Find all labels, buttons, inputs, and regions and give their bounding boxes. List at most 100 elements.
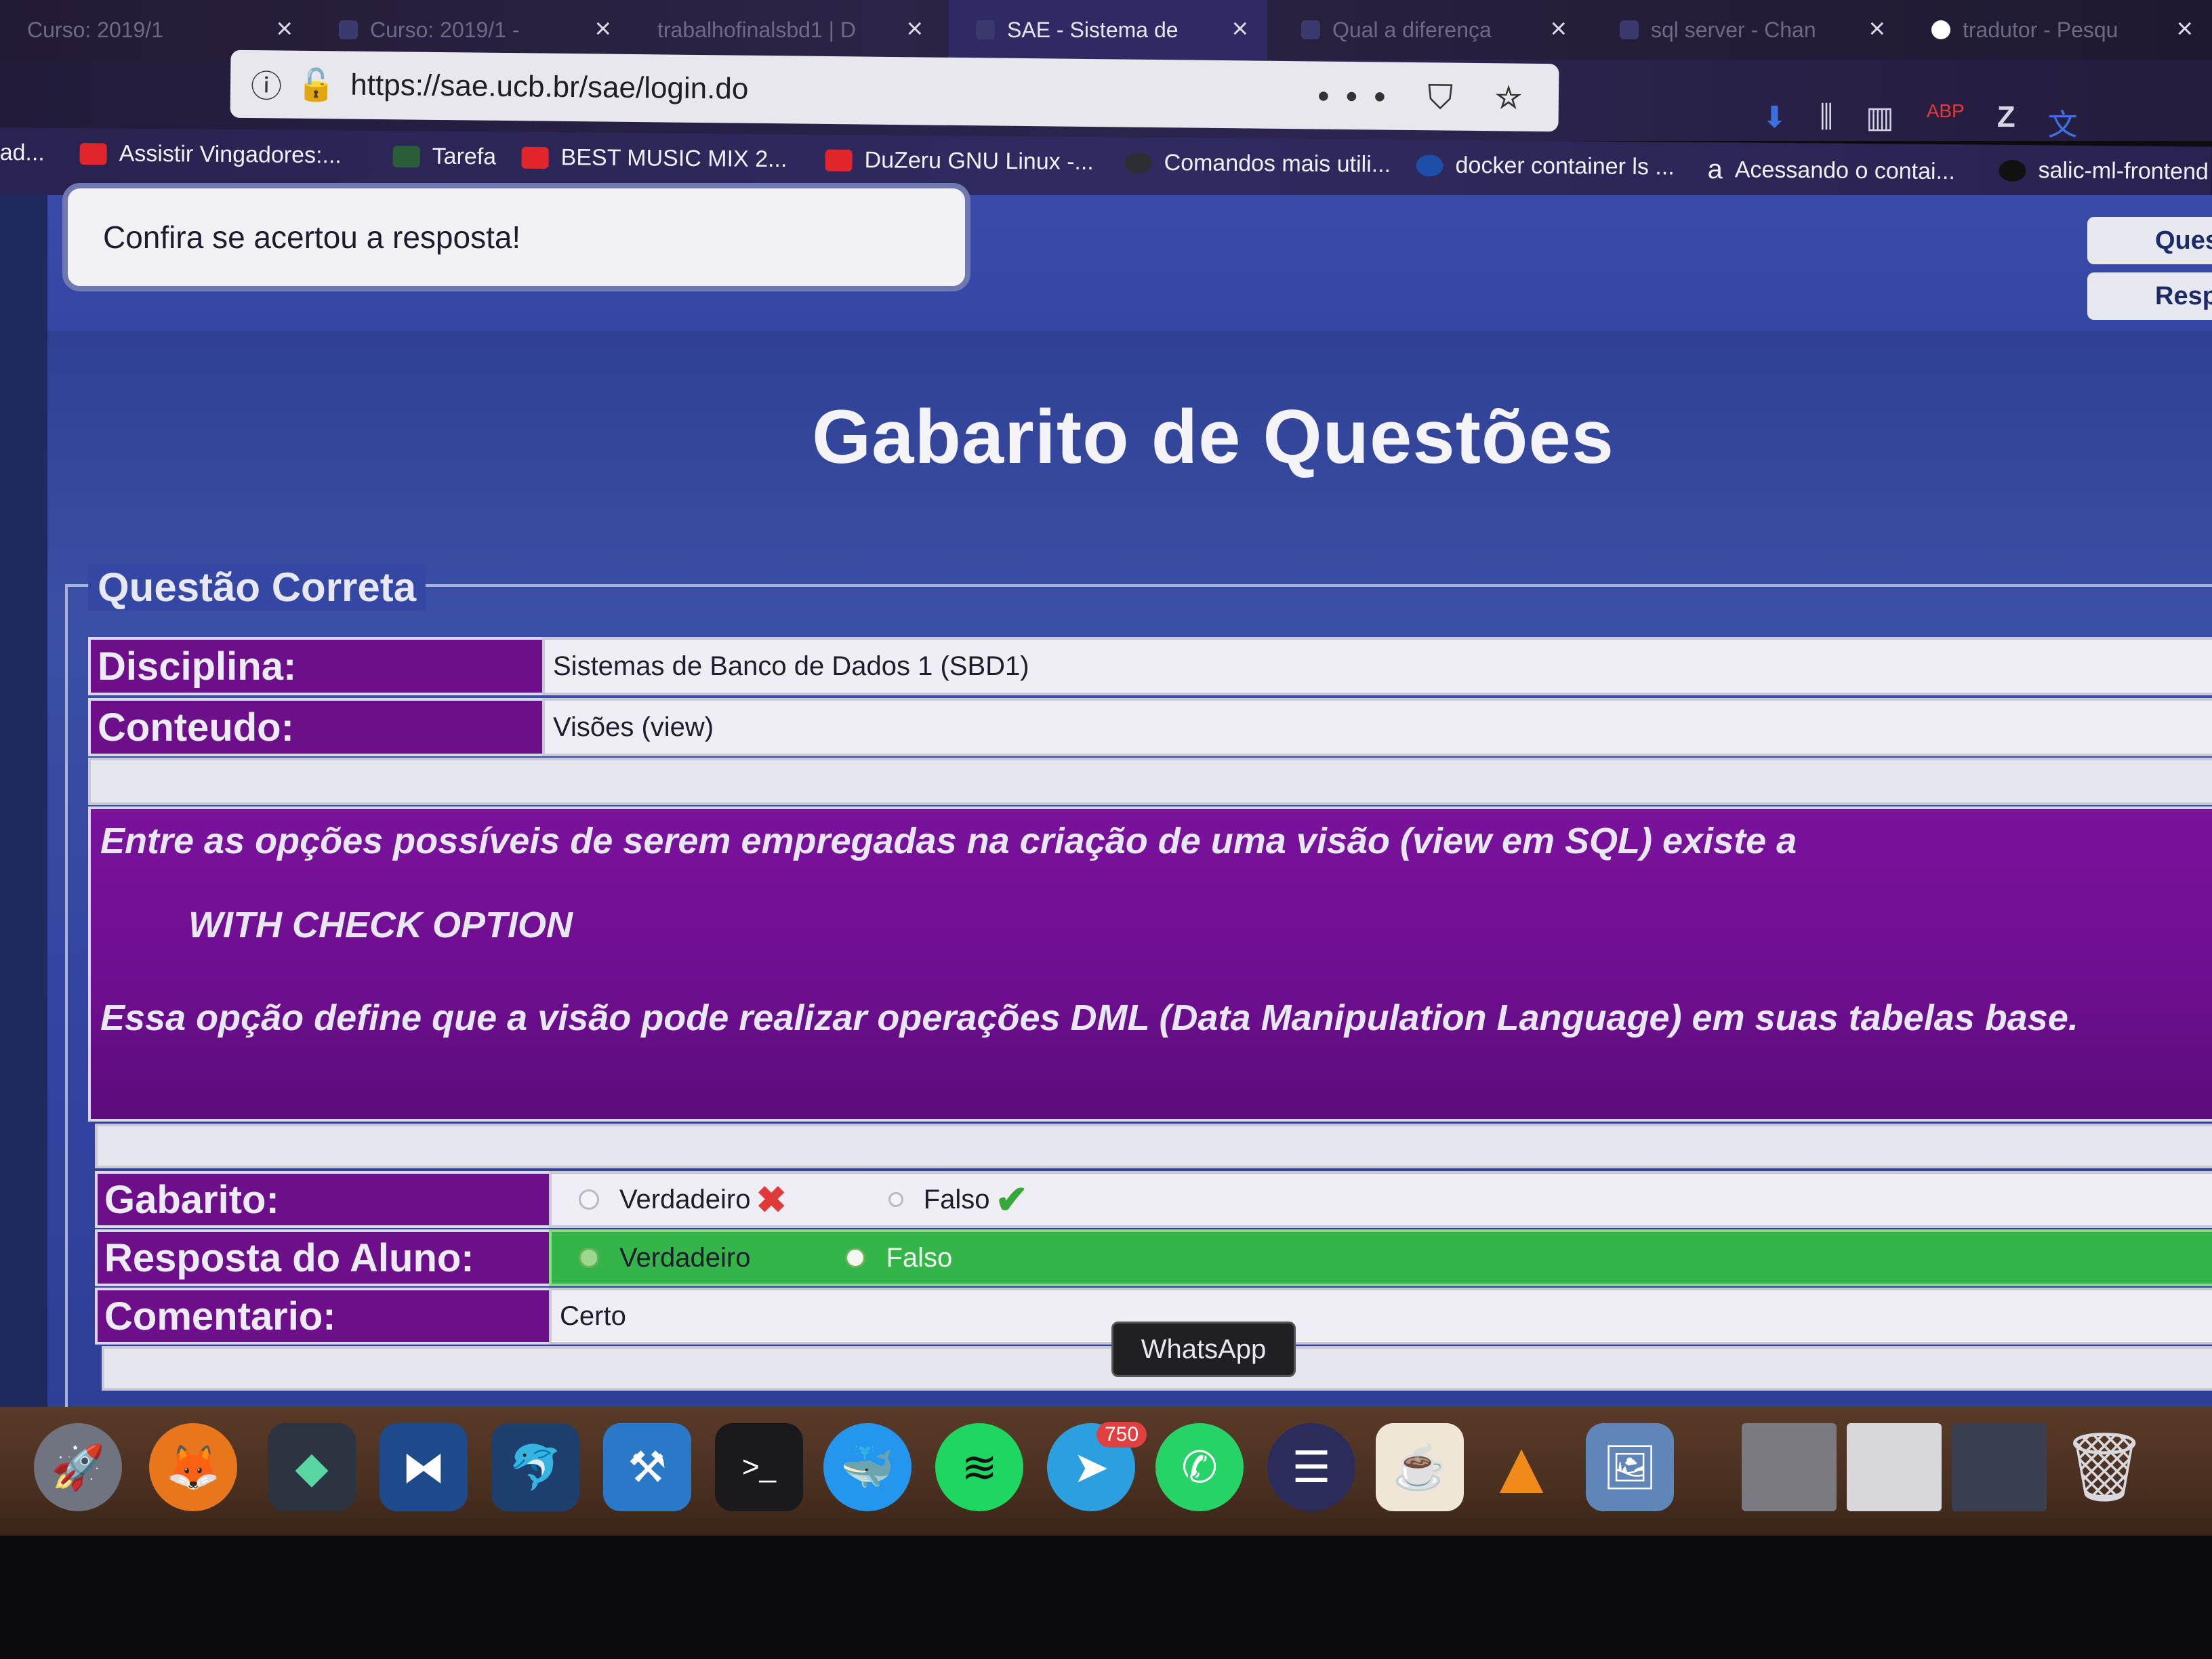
pocket-icon[interactable]: ⛉ — [1427, 78, 1469, 117]
bookmark-item[interactable]: salic-ml-frontend — [1999, 157, 2209, 186]
trash-icon[interactable]: 🗑 — [2060, 1423, 2148, 1511]
bookmark-label: docker container ls ... — [1455, 152, 1675, 180]
conteudo-row: Conteudo: Visões (view) — [88, 698, 2212, 756]
window-thumb-icon[interactable] — [1952, 1423, 2047, 1511]
section-legend: Questão Correta — [88, 564, 426, 611]
bookmark-label: Assistir Vingadores:... — [119, 140, 342, 169]
close-icon[interactable]: × — [276, 12, 293, 45]
library-icon[interactable]: ⫼ — [1820, 100, 1833, 144]
disciplina-value: Sistemas de Banco de Dados 1 (SBD1) — [542, 637, 2212, 695]
tab-title: tradutor - Pesqu — [1963, 17, 2118, 42]
button-label: Respo — [2155, 281, 2212, 310]
amazon-icon: a — [1707, 154, 1723, 185]
xcode-icon[interactable]: ⚒ — [603, 1423, 691, 1511]
bookmark-item[interactable]: ad... — [0, 140, 45, 167]
lock-icon[interactable]: 🔓 — [297, 66, 336, 104]
gabarito-option-false: Falso ✔ — [888, 1176, 1028, 1223]
terminal-icon[interactable]: >_ — [715, 1423, 803, 1511]
conteudo-value: Visões (view) — [542, 698, 2212, 756]
bookmark-item[interactable]: Tarefa — [392, 143, 496, 170]
close-icon[interactable]: × — [1550, 12, 1567, 45]
telegram-badge: 750 — [1097, 1422, 1147, 1448]
option-label: Falso — [886, 1242, 953, 1273]
star-icon[interactable]: ☆ — [1495, 79, 1539, 117]
resposta-option-true: Verdadeiro — [579, 1243, 750, 1273]
url-text[interactable]: https://sae.ucb.br/sae/login.do — [350, 68, 749, 106]
gabarito-row: Gabarito: Verdadeiro ✖ Falso ✔ — [95, 1171, 2212, 1228]
docker-icon[interactable]: 🐳 — [823, 1423, 912, 1511]
option-label: Falso — [923, 1184, 990, 1214]
spotify-icon[interactable]: ≋ — [935, 1423, 1023, 1511]
vscode-icon[interactable]: ⧓ — [380, 1423, 468, 1511]
bookmark-label: DuZeru GNU Linux -... — [864, 147, 1094, 176]
more-icon[interactable]: ••• — [1317, 77, 1402, 116]
vlc-icon[interactable]: ▲ — [1477, 1423, 1565, 1511]
tab-sql-server[interactable]: sql server - Chan × — [1593, 0, 1904, 60]
option-label: Verdadeiro — [619, 1242, 751, 1273]
tab-title: Qual a diferença — [1332, 17, 1492, 42]
gabarito-options: Verdadeiro ✖ Falso ✔ — [549, 1171, 2212, 1228]
close-icon[interactable]: × — [2176, 12, 2193, 45]
close-icon[interactable]: × — [906, 12, 923, 45]
close-icon[interactable]: × — [1868, 12, 1885, 45]
wrong-x-icon: ✖ — [756, 1179, 787, 1221]
questoes-button[interactable]: Ques — [2087, 217, 2212, 264]
bookmark-item[interactable]: docker container ls ... — [1416, 152, 1675, 180]
youtube-icon — [521, 146, 549, 169]
close-icon[interactable]: × — [1231, 12, 1248, 45]
bookmark-item[interactable]: a Acessando o contai... — [1707, 155, 1955, 187]
respostas-button[interactable]: Respo — [2087, 272, 2212, 320]
window-thumb-icon[interactable] — [1742, 1423, 1837, 1511]
java-icon[interactable]: ☕ — [1376, 1423, 1464, 1511]
bookmark-item[interactable]: DuZeru GNU Linux -... — [825, 147, 1094, 176]
reader-icon[interactable]: ▥ — [1866, 100, 1894, 144]
disciplina-label: Disciplina: — [88, 637, 542, 695]
kdenlive-icon[interactable]: ◆ — [268, 1423, 356, 1511]
bookmark-item[interactable]: Assistir Vingadores:... — [79, 140, 342, 169]
tab-sae[interactable]: SAE - Sistema de × — [949, 0, 1267, 60]
window-thumb-icon[interactable] — [1847, 1423, 1942, 1511]
option-label: Verdadeiro — [619, 1184, 751, 1214]
resposta-row: Resposta do Aluno: Verdadeiro Falso — [95, 1229, 2212, 1286]
tab-tradutor[interactable]: tradutor - Pesqu × — [1904, 0, 2212, 60]
info-icon[interactable]: ⓘ — [251, 62, 283, 106]
radio-button — [845, 1248, 866, 1268]
tab-title: trabalhofinalsbd1 | D — [657, 17, 856, 42]
url-actions: ••• ⛉ ☆ — [1317, 77, 1538, 119]
whatsapp-icon[interactable]: ✆ — [1155, 1423, 1244, 1511]
bookmark-label: Acessando o contai... — [1734, 157, 1956, 185]
preview-icon[interactable]: 🖼 — [1586, 1423, 1674, 1511]
bookmark-item[interactable]: BEST MUSIC MIX 2... — [521, 144, 787, 173]
hint-text: Confira se acertou a resposta! — [103, 220, 521, 255]
radio-button — [579, 1248, 599, 1268]
sae-icon — [976, 20, 995, 39]
correct-check-icon: ✔ — [995, 1178, 1029, 1222]
address-bar[interactable]: ⓘ 🔓 https://sae.ucb.br/sae/login.do ••• … — [230, 49, 1559, 132]
zotero-icon[interactable]: Z — [1997, 100, 2015, 144]
stackoverflow-icon — [1620, 20, 1639, 39]
question-line: Essa opção define que a visão pode reali… — [100, 998, 2078, 1038]
launchpad-icon[interactable]: 🚀 — [34, 1423, 122, 1511]
spacer — [95, 1124, 2212, 1168]
tab-trabalho[interactable]: trabalhofinalsbd1 | D × — [630, 0, 942, 60]
mysql-workbench-icon[interactable]: 🐬 — [491, 1423, 579, 1511]
spacer — [88, 758, 2212, 805]
gabarito-option-true: Verdadeiro ✖ — [579, 1179, 787, 1221]
translate-icon[interactable]: 文 — [2048, 100, 2078, 144]
abp-icon[interactable]: ABP — [1927, 100, 1965, 144]
tab-title: sql server - Chan — [1651, 17, 1816, 42]
question-text-box: Entre as opções possíveis de serem empre… — [88, 806, 2212, 1122]
close-icon[interactable]: × — [594, 12, 611, 45]
bookmark-item[interactable]: Comandos mais utili... — [1124, 149, 1391, 178]
spacer-row — [88, 758, 2212, 805]
left-edge — [0, 195, 47, 1415]
download-icon[interactable]: ⬇ — [1762, 100, 1787, 144]
radio-button — [579, 1189, 599, 1210]
tab-qual-diferenca[interactable]: Qual a diferença × — [1274, 0, 1586, 60]
resposta-label: Resposta do Aluno: — [95, 1229, 549, 1286]
moodle-icon — [339, 20, 358, 39]
firefox-icon[interactable]: 🦊 — [149, 1423, 237, 1511]
bookmark-label: Tarefa — [432, 143, 497, 170]
github-icon — [1999, 159, 2026, 182]
eclipse-icon[interactable]: ☰ — [1267, 1423, 1355, 1511]
